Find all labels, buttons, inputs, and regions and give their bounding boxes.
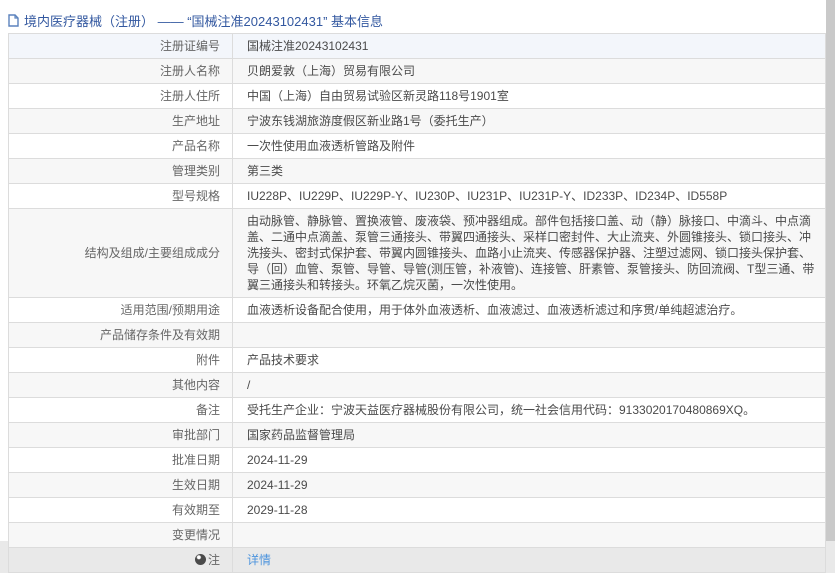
document-icon [8, 13, 19, 27]
row-value: IU228P、IU229P、IU229P-Y、IU230P、IU231P、IU2… [232, 183, 826, 209]
row-value [232, 522, 826, 548]
row-label: 其他内容 [8, 372, 233, 398]
table-row: 管理类别 第三类 [8, 158, 826, 184]
row-label: 备注 [8, 397, 233, 423]
row-value: 一次性使用血液透析管路及附件 [232, 133, 826, 159]
row-value: / [232, 372, 826, 398]
row-label: 变更情况 [8, 522, 233, 548]
row-label: 批准日期 [8, 447, 233, 473]
row-label: 注册人住所 [8, 83, 233, 109]
table-row: 批准日期 2024-11-29 [8, 447, 826, 473]
table-row: 审批部门 国家药品监督管理局 [8, 422, 826, 448]
row-value: 2024-11-29 [232, 472, 826, 498]
row-value: 宁波东钱湖旅游度假区新业路1号（委托生产） [232, 108, 826, 134]
row-value: 详情 [232, 547, 826, 573]
table-row: 生效日期 2024-11-29 [8, 472, 826, 498]
page-header: 境内医疗器械（注册） —— “国械注准20243102431” 基本信息 [0, 0, 826, 33]
registration-info-table: 注册证编号 国械注准20243102431 注册人名称 贝朗爱敦（上海）贸易有限… [8, 33, 826, 573]
table-row: 产品储存条件及有效期 [8, 322, 826, 348]
row-label: 管理类别 [8, 158, 233, 184]
table-row: 注册证编号 国械注准20243102431 [8, 33, 826, 59]
row-value: 血液透析设备配合使用，用于体外血液透析、血液滤过、血液透析滤过和序贯/单纯超滤治… [232, 297, 826, 323]
row-value: 第三类 [232, 158, 826, 184]
row-value: 受托生产企业：宁波天益医疗器械股份有限公司，统一社会信用代码：913302017… [232, 397, 826, 423]
row-label: 生产地址 [8, 108, 233, 134]
row-value: 由动脉管、静脉管、置换液管、废液袋、预冲器组成。部件包括接口盖、动（静）脉接口、… [232, 208, 826, 298]
detail-link[interactable]: 详情 [247, 553, 271, 567]
table-row: 生产地址 宁波东钱湖旅游度假区新业路1号（委托生产） [8, 108, 826, 134]
table-row: 适用范围/预期用途 血液透析设备配合使用，用于体外血液透析、血液滤过、血液透析滤… [8, 297, 826, 323]
table-row: 附件 产品技术要求 [8, 347, 826, 373]
table-row: 其他内容 / [8, 372, 826, 398]
row-label-note: 注 [8, 547, 233, 573]
table-row: 注册人名称 贝朗爱敦（上海）贸易有限公司 [8, 58, 826, 84]
table-row: 产品名称 一次性使用血液透析管路及附件 [8, 133, 826, 159]
registration-detail-page: 境内医疗器械（注册） —— “国械注准20243102431” 基本信息 注册证… [0, 0, 826, 573]
row-label: 注 [207, 553, 220, 567]
row-label: 型号规格 [8, 183, 233, 209]
row-label: 适用范围/预期用途 [8, 297, 233, 323]
row-value [232, 322, 826, 348]
row-value: 中国（上海）自由贸易试验区新灵路118号1901室 [232, 83, 826, 109]
row-label: 产品名称 [8, 133, 233, 159]
row-label: 生效日期 [8, 472, 233, 498]
row-label: 有效期至 [8, 497, 233, 523]
note-dot-icon [194, 554, 206, 565]
row-label: 注册人名称 [8, 58, 233, 84]
row-value: 2024-11-29 [232, 447, 826, 473]
right-scroll-track[interactable] [826, 0, 835, 541]
table-row: 注册人住所 中国（上海）自由贸易试验区新灵路118号1901室 [8, 83, 826, 109]
row-value: 国械注准20243102431 [232, 33, 826, 59]
row-value: 产品技术要求 [232, 347, 826, 373]
table-row: 备注 受托生产企业：宁波天益医疗器械股份有限公司，统一社会信用代码：913302… [8, 397, 826, 423]
table-row: 结构及组成/主要组成成分 由动脉管、静脉管、置换液管、废液袋、预冲器组成。部件包… [8, 208, 826, 298]
row-label: 附件 [8, 347, 233, 373]
table-row: 型号规格 IU228P、IU229P、IU229P-Y、IU230P、IU231… [8, 183, 826, 209]
page-title: 境内医疗器械（注册） —— “国械注准20243102431” 基本信息 [24, 13, 384, 29]
row-value: 2029-11-28 [232, 497, 826, 523]
row-value: 贝朗爱敦（上海）贸易有限公司 [232, 58, 826, 84]
row-value: 国家药品监督管理局 [232, 422, 826, 448]
row-label: 结构及组成/主要组成成分 [8, 208, 233, 298]
table-row: 变更情况 [8, 522, 826, 548]
table-row-note: 注 详情 [8, 547, 826, 573]
row-label: 审批部门 [8, 422, 233, 448]
row-label: 产品储存条件及有效期 [8, 322, 233, 348]
row-label: 注册证编号 [8, 33, 233, 59]
table-row: 有效期至 2029-11-28 [8, 497, 826, 523]
